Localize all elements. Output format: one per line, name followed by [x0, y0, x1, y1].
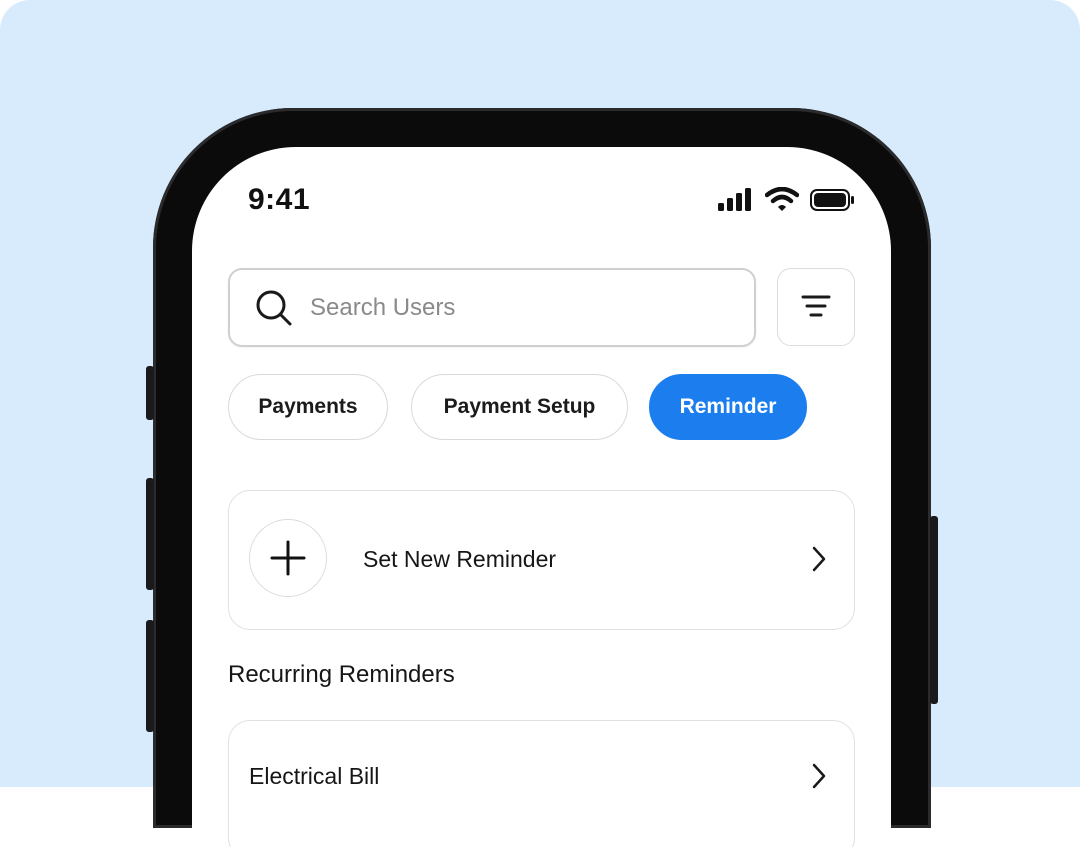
- chevron-right-icon: [812, 546, 826, 572]
- set-new-reminder-card[interactable]: Set New Reminder: [228, 490, 855, 630]
- search-input[interactable]: Search Users: [228, 268, 756, 347]
- tab-reminder[interactable]: Reminder: [649, 374, 807, 440]
- tab-payments[interactable]: Payments: [228, 374, 388, 440]
- status-time: 9:41: [248, 183, 311, 216]
- tab-payments-label: Payments: [258, 395, 358, 418]
- chevron-right-icon: [812, 763, 826, 789]
- search-placeholder: Search Users: [310, 294, 456, 321]
- reminder-item-label: Electrical Bill: [249, 763, 380, 789]
- add-reminder-button[interactable]: [249, 519, 327, 597]
- search-icon: [256, 290, 292, 326]
- wifi-icon: [765, 187, 799, 211]
- filter-button[interactable]: [777, 268, 855, 346]
- cellular-signal-icon: [718, 188, 751, 211]
- set-new-reminder-label: Set New Reminder: [363, 546, 557, 572]
- phone-volume-down-button: [146, 620, 154, 732]
- phone-volume-up-button: [146, 478, 154, 590]
- filter-icon: [801, 295, 831, 317]
- battery-icon: [810, 189, 854, 211]
- plus-icon: [270, 540, 306, 576]
- phone-power-button: [930, 516, 938, 704]
- tab-payment-setup[interactable]: Payment Setup: [411, 374, 628, 440]
- tab-payment-setup-label: Payment Setup: [443, 395, 596, 418]
- phone-screen: 9:41 Search Users Payments Payment Setup…: [192, 147, 891, 847]
- phone-silent-switch: [146, 366, 154, 420]
- tab-reminder-label: Reminder: [679, 395, 777, 418]
- list-item[interactable]: Electrical Bill: [228, 720, 855, 847]
- recurring-reminders-title: Recurring Reminders: [228, 661, 455, 688]
